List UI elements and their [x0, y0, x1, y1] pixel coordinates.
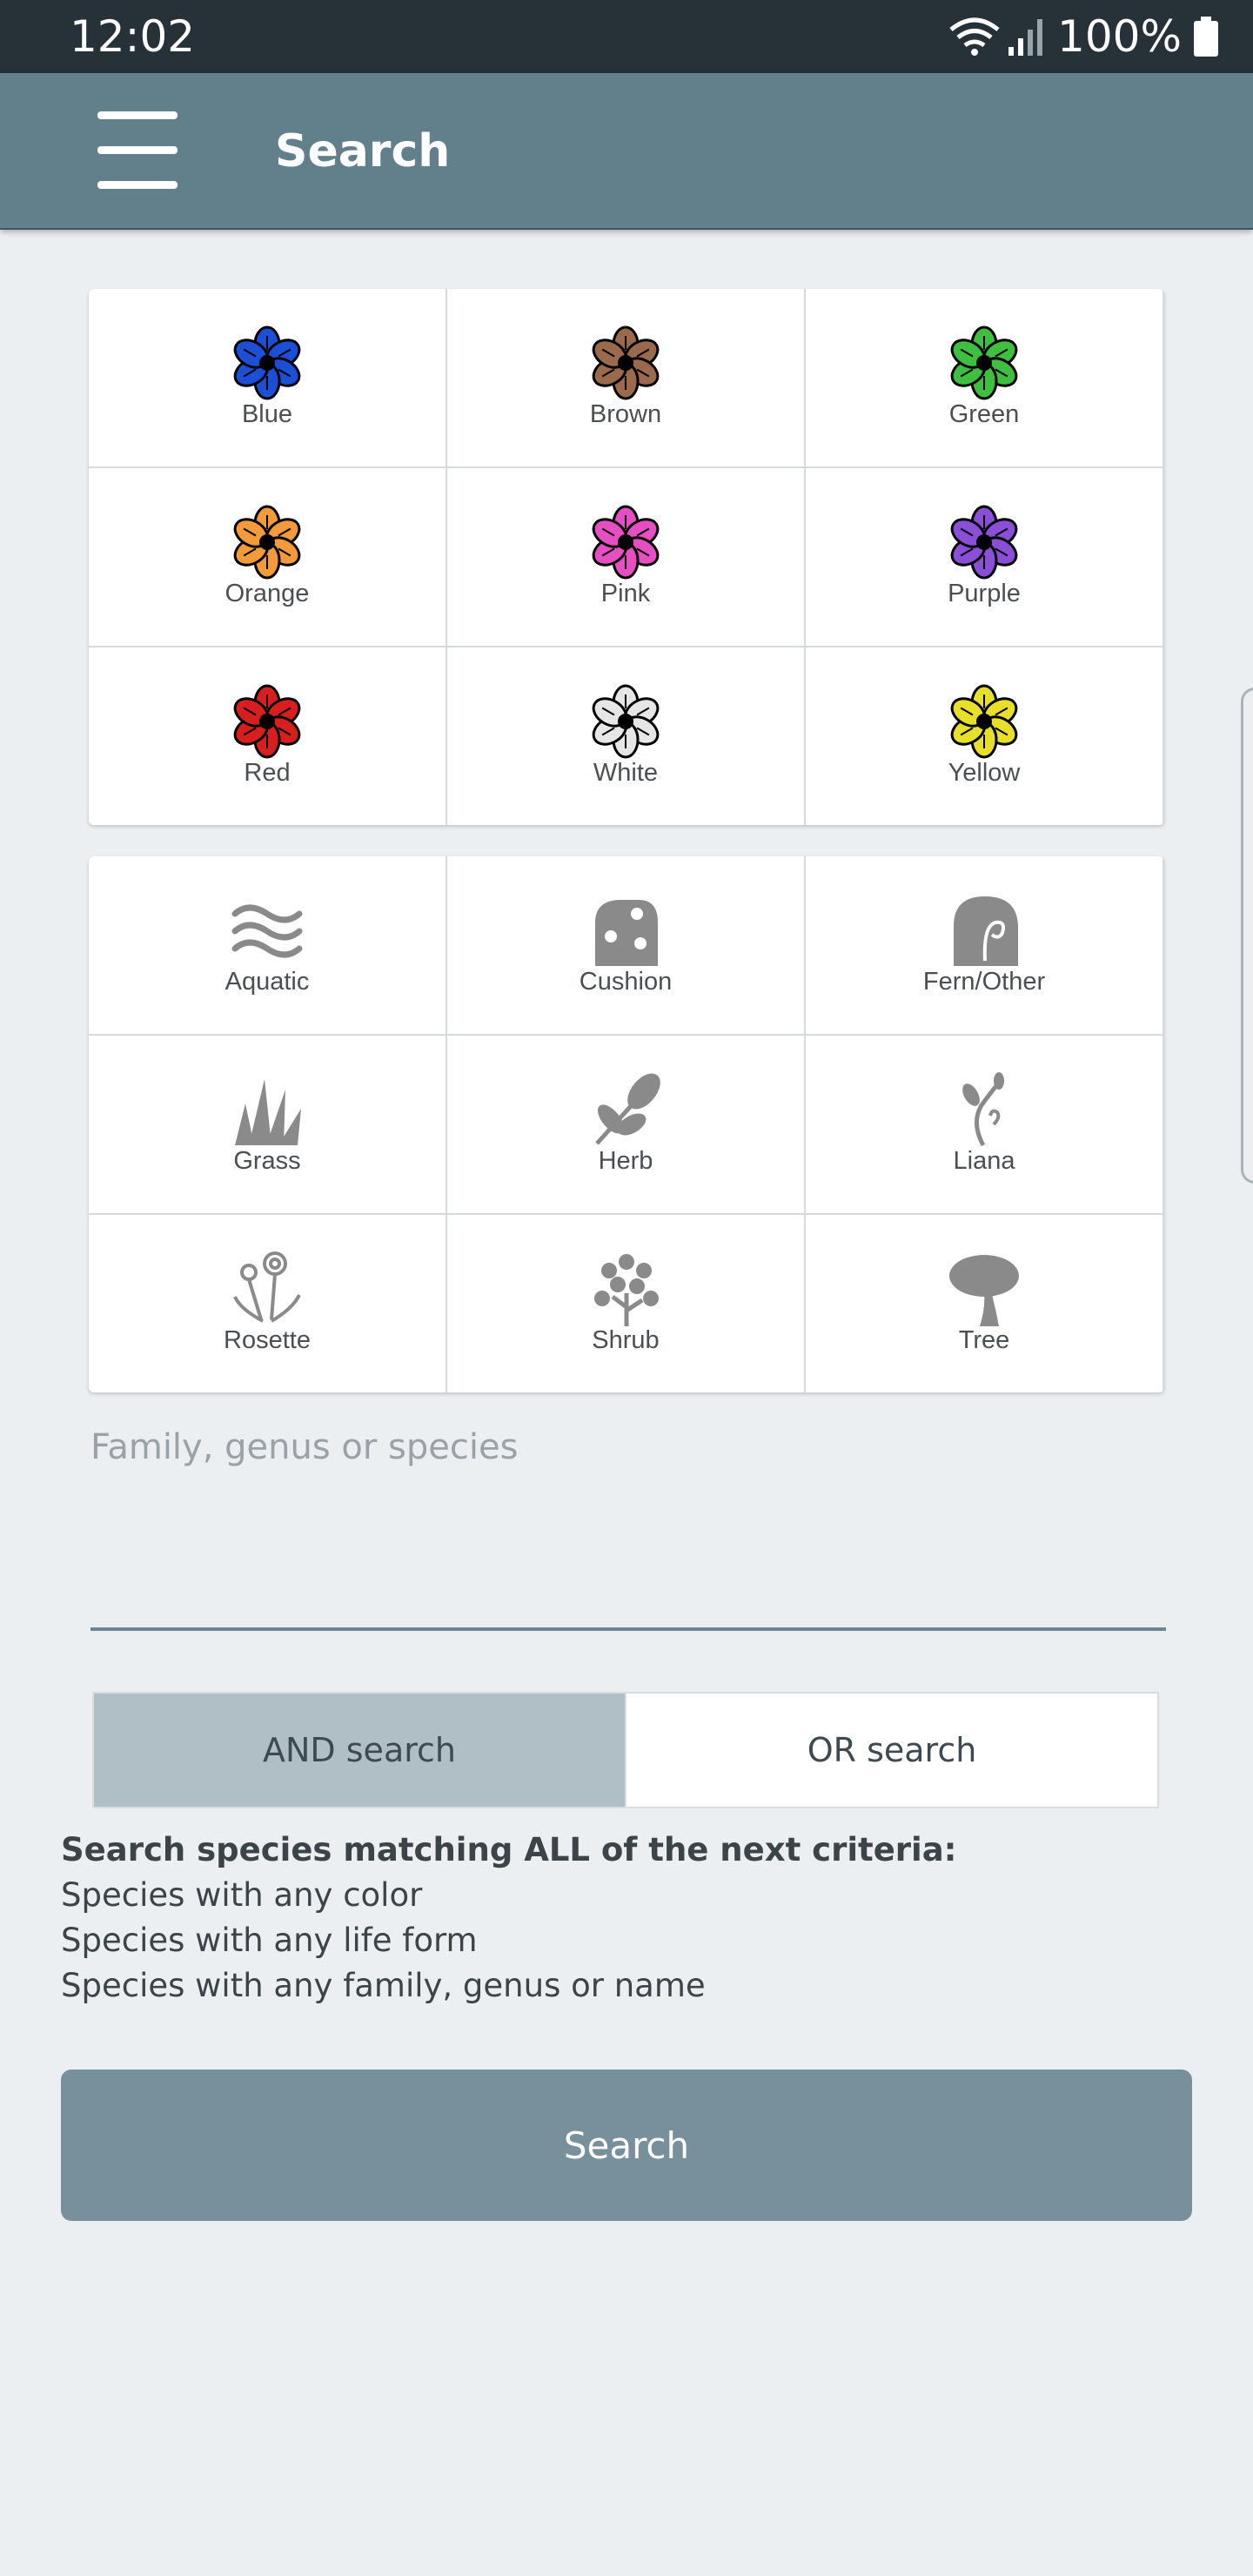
color-label: Green — [948, 400, 1020, 428]
cushion-icon — [586, 891, 665, 969]
life-form-tile-herb[interactable]: Herb — [447, 1036, 804, 1213]
herb-icon — [586, 1070, 665, 1149]
shrub-icon — [586, 1250, 665, 1328]
life-form-label: Cushion — [579, 968, 673, 996]
color-label: Orange — [224, 580, 310, 607]
fern-icon — [945, 891, 1023, 969]
color-tile-red[interactable]: Red — [89, 647, 446, 825]
criteria-color: Species with any color — [61, 1876, 423, 1914]
flower-icon — [228, 324, 306, 402]
color-label: Pink — [600, 580, 651, 607]
criteria-name: Species with any family, genus or name — [61, 1967, 706, 2004]
search-field-label: Family, genus or species — [90, 1427, 519, 1467]
life-form-label: Aquatic — [224, 968, 310, 996]
status-icons: 100% — [948, 9, 1218, 64]
life-form-tile-liana[interactable]: Liana — [806, 1036, 1163, 1213]
flower-icon — [945, 324, 1023, 402]
app-bar: Search — [0, 73, 1253, 230]
criteria-title: Search species matching ALL of the next … — [61, 1831, 957, 1868]
color-tile-green[interactable]: Green — [806, 289, 1163, 466]
life-form-label: Shrub — [592, 1326, 660, 1354]
color-tile-pink[interactable]: Pink — [447, 468, 804, 646]
color-tile-yellow[interactable]: Yellow — [806, 647, 1163, 825]
wifi-icon — [949, 17, 1000, 56]
status-bar: 12:02 100% — [0, 0, 1253, 73]
life-form-grid: Aquatic Cushion Fern/Other Grass Herb Li… — [89, 856, 1164, 1392]
and-search-button[interactable]: AND search — [94, 1694, 625, 1807]
page-title: Search — [275, 125, 451, 178]
tree-icon — [945, 1250, 1023, 1328]
life-form-tile-cushion[interactable]: Cushion — [447, 856, 804, 1034]
hamburger-menu-icon[interactable] — [94, 111, 181, 190]
color-grid: Blue Brown Green Orange Pink Purple Red … — [89, 289, 1164, 825]
color-label: White — [593, 759, 659, 787]
life-form-tile-shrub[interactable]: Shrub — [447, 1215, 804, 1392]
flower-icon — [228, 503, 306, 581]
flower-icon — [586, 324, 665, 402]
color-tile-blue[interactable]: Blue — [89, 289, 446, 466]
status-time: 12:02 — [70, 11, 196, 62]
life-form-tile-rosette[interactable]: Rosette — [89, 1215, 446, 1392]
flower-icon — [945, 503, 1023, 581]
color-tile-purple[interactable]: Purple — [806, 468, 1163, 646]
flower-icon — [228, 682, 306, 761]
rosette-icon — [228, 1250, 306, 1328]
life-form-label: Rosette — [224, 1326, 311, 1354]
color-label: Red — [244, 759, 291, 787]
life-form-tile-fern-other[interactable]: Fern/Other — [806, 856, 1163, 1034]
grass-icon — [228, 1070, 306, 1149]
color-tile-orange[interactable]: Orange — [89, 468, 446, 646]
life-form-tile-aquatic[interactable]: Aquatic — [89, 856, 446, 1034]
battery-icon — [1194, 17, 1218, 57]
life-form-tile-grass[interactable]: Grass — [89, 1036, 446, 1213]
signal-icon — [1008, 19, 1043, 56]
life-form-label: Tree — [958, 1326, 1010, 1354]
criteria-summary: Search species matching ALL of the next … — [61, 1828, 1192, 2009]
search-input[interactable] — [90, 1497, 1166, 1631]
criteria-life-form: Species with any life form — [61, 1922, 478, 1959]
search-button[interactable]: Search — [61, 2070, 1192, 2221]
life-form-label: Herb — [598, 1147, 653, 1175]
life-form-label: Fern/Other — [922, 968, 1046, 996]
color-label: Yellow — [948, 759, 1021, 787]
liana-icon — [945, 1070, 1023, 1149]
color-label: Purple — [948, 580, 1021, 607]
life-form-label: Liana — [953, 1147, 1015, 1175]
flower-icon — [586, 682, 665, 761]
battery-percent: 100% — [1057, 11, 1182, 62]
color-tile-brown[interactable]: Brown — [447, 289, 804, 466]
color-label: Brown — [589, 400, 662, 428]
search-mode-toggle: AND search OR search — [92, 1692, 1159, 1808]
aquatic-icon — [228, 891, 306, 969]
or-search-button[interactable]: OR search — [625, 1694, 1157, 1807]
edge-panel-handle[interactable] — [1241, 688, 1253, 1184]
life-form-tile-tree[interactable]: Tree — [806, 1215, 1163, 1392]
color-label: Blue — [241, 400, 293, 428]
flower-icon — [586, 503, 665, 581]
life-form-label: Grass — [233, 1147, 301, 1175]
flower-icon — [945, 682, 1023, 761]
color-tile-white[interactable]: White — [447, 647, 804, 825]
